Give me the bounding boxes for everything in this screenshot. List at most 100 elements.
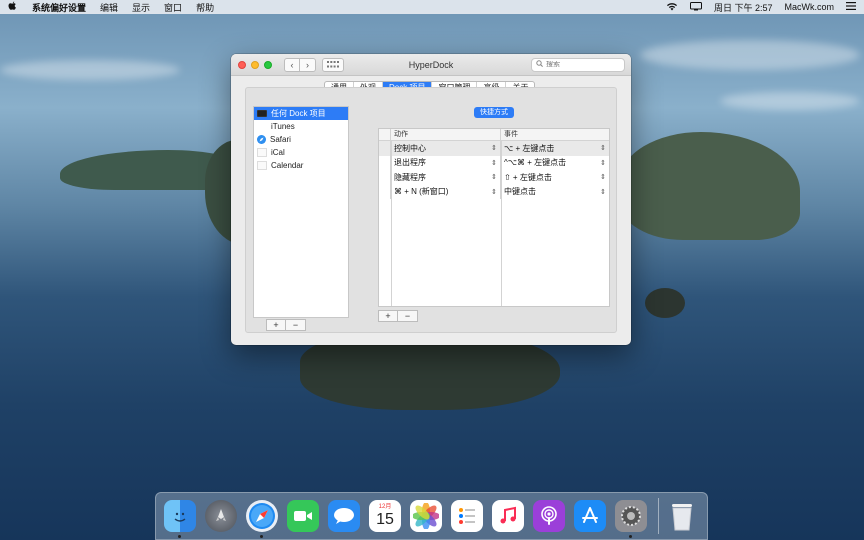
event-label: ⇧ + 左键点击 <box>504 172 552 182</box>
list-menu-icon[interactable] <box>846 2 856 12</box>
remove-action-button[interactable]: − <box>398 310 418 322</box>
action-popup[interactable]: ⌘ + N (新窗口) ⇕ <box>391 184 501 199</box>
document-icon <box>257 148 267 157</box>
safari-icon <box>257 135 266 144</box>
trash-icon[interactable] <box>666 500 698 532</box>
finder-icon[interactable] <box>164 500 196 538</box>
wallpaper-island <box>645 288 685 318</box>
running-indicator <box>178 535 181 538</box>
popup-arrows-icon: ⇕ <box>600 145 606 153</box>
action-label: 控制中心 <box>394 143 426 153</box>
cloud <box>720 92 860 110</box>
menu-app-name[interactable]: 系统偏好设置 <box>32 1 86 14</box>
minimize-button[interactable] <box>251 60 259 69</box>
calendar-month: 12月 <box>378 504 392 510</box>
table-row[interactable]: 退出程序 ⇕ ^⌥⌘ + 左键点击 ⇕ <box>379 155 609 171</box>
podcasts-icon[interactable] <box>533 500 565 532</box>
running-indicator <box>629 535 632 538</box>
menu-help[interactable]: 帮助 <box>196 1 214 14</box>
column-header-action[interactable]: 动作 <box>391 129 501 140</box>
menu-bar: 系统偏好设置 编辑 显示 窗口 帮助 周日 下午 2:57 MacWk.com <box>0 0 864 14</box>
safari-icon[interactable] <box>246 500 278 538</box>
column-divider <box>501 141 502 306</box>
event-popup[interactable]: 中键点击 ⇕ <box>501 185 609 200</box>
calendar-icon[interactable]: 12月 15 <box>369 500 401 532</box>
event-popup[interactable]: ^⌥⌘ + 左键点击 ⇕ <box>501 156 609 171</box>
menu-view[interactable]: 显示 <box>132 1 150 14</box>
event-popup[interactable]: ⇧ + 左键点击 ⇕ <box>501 170 609 185</box>
table-row[interactable]: ⌘ + N (新窗口) ⇕ 中键点击 ⇕ <box>379 184 609 200</box>
search-input[interactable] <box>546 61 616 68</box>
table-row[interactable]: 隐藏程序 ⇕ ⇧ + 左键点击 ⇕ <box>379 170 609 185</box>
dock-items-pane: 任何 Dock 项目 iTunes Safari iCal Calendar +… <box>245 87 617 333</box>
search-icon <box>536 60 543 69</box>
system-preferences-icon[interactable] <box>615 500 647 538</box>
list-item-safari[interactable]: Safari <box>254 133 348 146</box>
reminders-icon[interactable] <box>451 500 483 532</box>
popup-arrows-icon: ⇕ <box>491 159 497 167</box>
table-header: 动作 事件 <box>379 129 609 141</box>
action-label: ⌘ + N (新窗口) <box>394 187 449 197</box>
column-divider <box>391 141 392 306</box>
cloud <box>640 40 860 70</box>
popup-arrows-icon: ⇕ <box>491 145 497 153</box>
remove-dock-item-button[interactable]: − <box>286 319 306 331</box>
messages-icon[interactable] <box>328 500 360 532</box>
clock-text[interactable]: 周日 下午 2:57 <box>714 1 773 14</box>
popup-arrows-icon: ⇕ <box>600 188 606 196</box>
dock: 12月 15 <box>155 492 708 540</box>
menu-window[interactable]: 窗口 <box>164 1 182 14</box>
apple-menu-icon[interactable] <box>8 1 18 14</box>
list-item-label: iTunes <box>271 122 295 131</box>
hyperdock-window: ‹ › HyperDock 通用 外观 Dock 项目 窗口管理 高级 关于 <box>231 54 631 345</box>
zoom-button[interactable] <box>264 60 272 69</box>
search-field[interactable] <box>531 57 625 72</box>
list-item-itunes[interactable]: iTunes <box>254 120 348 133</box>
action-label: 退出程序 <box>394 158 426 168</box>
add-dock-item-button[interactable]: + <box>266 319 286 331</box>
action-label: 隐藏程序 <box>394 172 426 182</box>
add-action-button[interactable]: + <box>378 310 398 322</box>
launchpad-icon[interactable] <box>205 500 237 532</box>
menu-edit[interactable]: 编辑 <box>100 1 118 14</box>
forward-button[interactable]: › <box>300 57 316 72</box>
dock-separator <box>658 498 659 534</box>
wifi-icon[interactable] <box>666 2 678 13</box>
list-item-label: iCal <box>271 148 285 157</box>
dock-item-list: 任何 Dock 项目 iTunes Safari iCal Calendar <box>253 106 349 318</box>
list-item-label: 任何 Dock 项目 <box>271 109 326 118</box>
photos-icon[interactable] <box>410 500 442 532</box>
list-item-any-dock-item[interactable]: 任何 Dock 项目 <box>254 107 348 120</box>
popup-arrows-icon: ⇕ <box>600 159 606 167</box>
list-item-calendar[interactable]: Calendar <box>254 159 348 172</box>
event-popup[interactable]: ⌥ + 左键点击 ⇕ <box>501 141 609 156</box>
document-icon <box>257 161 267 170</box>
column-header-event[interactable]: 事件 <box>501 129 609 140</box>
shortcut-button[interactable]: 快捷方式 <box>474 107 514 118</box>
music-icon[interactable] <box>492 500 524 532</box>
site-label: MacWk.com <box>784 2 835 12</box>
title-bar: ‹ › HyperDock <box>231 54 631 76</box>
popup-arrows-icon: ⇕ <box>600 174 606 182</box>
cloud <box>0 60 180 80</box>
action-table: 动作 事件 控制中心 ⇕ ⌥ + 左键点击 ⇕ 退出程序 ⇕ ^⌥⌘ + 左键点击 ⇕ … <box>378 128 610 307</box>
popup-arrows-icon: ⇕ <box>491 188 497 196</box>
back-button[interactable]: ‹ <box>284 57 300 72</box>
wallpaper-island <box>620 132 800 240</box>
action-popup[interactable]: 隐藏程序 ⇕ <box>391 170 501 185</box>
list-item-label: Safari <box>270 135 291 144</box>
app-store-icon[interactable] <box>574 500 606 532</box>
show-all-grid-icon[interactable] <box>322 57 344 72</box>
list-item-ical[interactable]: iCal <box>254 146 348 159</box>
blank-app-icon <box>257 122 267 131</box>
action-popup[interactable]: 退出程序 ⇕ <box>391 155 501 170</box>
table-row[interactable]: 控制中心 ⇕ ⌥ + 左键点击 ⇕ <box>379 141 609 156</box>
display-icon[interactable] <box>689 1 702 13</box>
action-popup[interactable]: 控制中心 ⇕ <box>391 141 501 156</box>
monitor-icon <box>257 110 267 117</box>
list-item-label: Calendar <box>271 161 304 170</box>
event-label: ⌥ + 左键点击 <box>504 143 555 153</box>
close-button[interactable] <box>238 60 246 69</box>
popup-arrows-icon: ⇕ <box>491 174 497 182</box>
facetime-icon[interactable] <box>287 500 319 532</box>
